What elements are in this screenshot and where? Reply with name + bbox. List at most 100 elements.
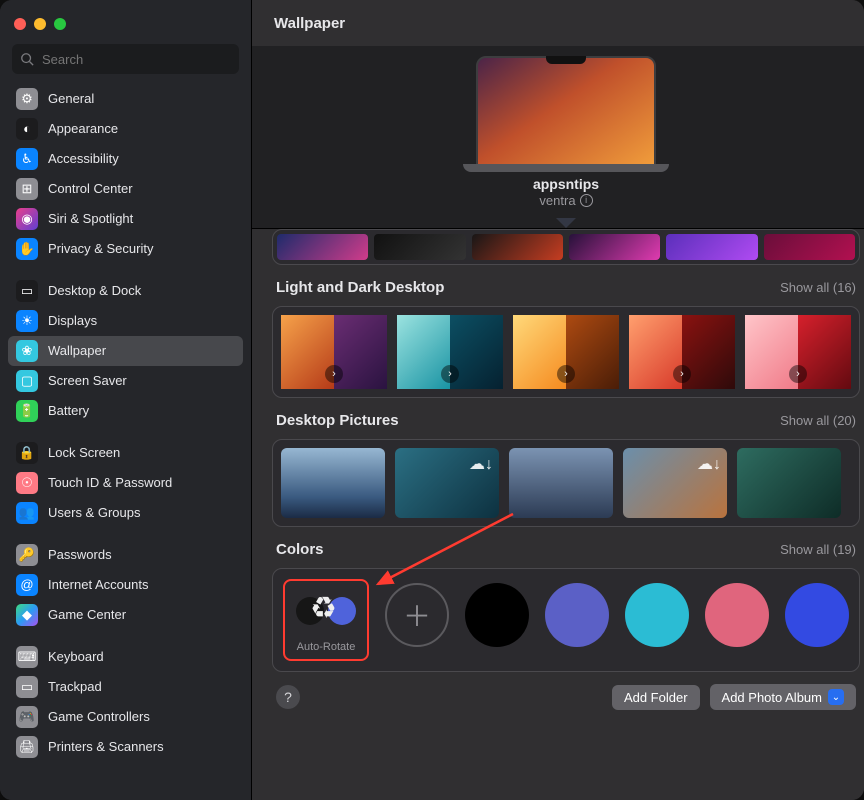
wallpaper-thumb[interactable]: [281, 448, 385, 518]
appearance-icon: ◐: [16, 118, 38, 140]
show-all-link[interactable]: Show all (16): [780, 280, 856, 295]
accessibility-icon: ♿︎: [16, 148, 38, 170]
wallpaper-thumb[interactable]: ›: [629, 315, 735, 389]
content-scroll: Light and Dark Desktop Show all (16) › › ›…: [252, 229, 864, 800]
desktop-pictures-row: ☁︎↓ ☁︎↓: [272, 439, 860, 527]
wallpaper-thumb[interactable]: [509, 448, 613, 518]
lock-screen-icon: 🔒: [16, 442, 38, 464]
trackpad-icon: ▭: [16, 676, 38, 698]
sidebar-item-game-center[interactable]: ◆Game Center: [8, 600, 243, 630]
color-swatch[interactable]: [625, 583, 689, 647]
auto-rotate-label: Auto-Rotate: [291, 641, 361, 653]
wallpaper-thumb[interactable]: [737, 448, 841, 518]
sidebar-item-displays[interactable]: ☀︎ Displays: [8, 306, 243, 336]
keyboard-icon: ⌨︎: [16, 646, 38, 668]
sidebar-item-users-groups[interactable]: 👥Users & Groups: [8, 498, 243, 528]
add-color-button[interactable]: ＋: [385, 583, 449, 647]
show-all-link[interactable]: Show all (19): [780, 542, 856, 557]
footer-bar: ? Add Folder Add Photo Album ⌄: [272, 672, 860, 710]
wallpaper-thumb[interactable]: ›: [513, 315, 619, 389]
dynamic-thumb[interactable]: [569, 234, 660, 260]
color-swatch[interactable]: [465, 583, 529, 647]
passwords-icon: 🔑: [16, 544, 38, 566]
sidebar-item-siri-spotlight[interactable]: ◉ Siri & Spotlight: [8, 204, 243, 234]
auto-rotate-icon: ♻︎: [296, 587, 356, 637]
sidebar-item-wallpaper[interactable]: ❀Wallpaper: [8, 336, 243, 366]
sidebar-item-passwords[interactable]: 🔑Passwords: [8, 540, 243, 570]
dynamic-thumb[interactable]: [277, 234, 368, 260]
main-panel: Wallpaper appsntips ventra i Light and D…: [252, 0, 864, 800]
users-groups-icon: 👥: [16, 502, 38, 524]
dynamic-thumb[interactable]: [374, 234, 465, 260]
zoom-icon[interactable]: [54, 18, 66, 30]
game-controllers-icon: 🎮: [16, 706, 38, 728]
sidebar-item-lock-screen[interactable]: 🔒 Lock Screen: [8, 438, 243, 468]
sidebar-item-accessibility[interactable]: ♿︎Accessibility: [8, 144, 243, 174]
wallpaper-thumb[interactable]: ›: [745, 315, 851, 389]
sidebar-nav: ⚙︎General◐Appearance♿︎Accessibility⊞Cont…: [0, 84, 251, 794]
displays-icon: ☀︎: [16, 310, 38, 332]
sidebar-item-control-center[interactable]: ⊞Control Center: [8, 174, 243, 204]
chevron-right-icon: ›: [789, 365, 807, 383]
search-input[interactable]: [40, 51, 231, 68]
touch-id-password-icon: ☉: [16, 472, 38, 494]
sidebar-item-trackpad[interactable]: ▭Trackpad: [8, 672, 243, 702]
search-field[interactable]: [12, 44, 239, 74]
section-head-colors: Colors Show all (19): [276, 541, 856, 558]
section-title: Light and Dark Desktop: [276, 279, 444, 296]
download-icon: ☁︎↓: [697, 454, 721, 474]
show-all-link[interactable]: Show all (20): [780, 413, 856, 428]
siri-spotlight-icon: ◉: [16, 208, 38, 230]
desktop-dock-icon: ▭: [16, 280, 38, 302]
sidebar-item-battery[interactable]: 🔋Battery: [8, 396, 243, 426]
section-head-desktop-pictures: Desktop Pictures Show all (20): [276, 412, 856, 429]
wallpaper-subtitle[interactable]: ventra i: [539, 193, 592, 208]
sidebar-item-label: Displays: [48, 313, 97, 329]
screen-saver-icon: ▢: [16, 370, 38, 392]
sidebar-item-privacy-security[interactable]: ✋Privacy & Security: [8, 234, 243, 264]
sidebar-item-screen-saver[interactable]: ▢Screen Saver: [8, 366, 243, 396]
color-swatch[interactable]: [785, 583, 849, 647]
add-folder-button[interactable]: Add Folder: [612, 685, 700, 710]
wallpaper-preview: appsntips ventra i: [252, 46, 864, 229]
sidebar-item-desktop-dock[interactable]: ▭Desktop & Dock: [8, 276, 243, 306]
sidebar-item-label: Siri & Spotlight: [48, 211, 133, 227]
wallpaper-thumb[interactable]: ☁︎↓: [395, 448, 499, 518]
wallpaper-thumb[interactable]: ›: [281, 315, 387, 389]
color-swatch[interactable]: [545, 583, 609, 647]
dynamic-thumb[interactable]: [472, 234, 563, 260]
control-center-icon: ⊞: [16, 178, 38, 200]
sidebar-item-keyboard[interactable]: ⌨︎ Keyboard: [8, 642, 243, 672]
dynamic-thumb[interactable]: [764, 234, 855, 260]
sidebar-item-label: Battery: [48, 403, 89, 419]
sidebar-item-appearance[interactable]: ◐Appearance: [8, 114, 243, 144]
sidebar-item-game-controllers[interactable]: 🎮Game Controllers: [8, 702, 243, 732]
wallpaper-thumb[interactable]: ☁︎↓: [623, 448, 727, 518]
info-icon[interactable]: i: [580, 194, 593, 207]
sidebar-item-printers-scanners[interactable]: 🖨Printers & Scanners: [8, 732, 243, 762]
add-photo-album-button[interactable]: Add Photo Album ⌄: [710, 684, 856, 710]
sidebar-item-label: Keyboard: [48, 649, 104, 665]
color-swatches: [465, 579, 849, 647]
sidebar-item-internet-accounts[interactable]: @Internet Accounts: [8, 570, 243, 600]
close-icon[interactable]: [14, 18, 26, 30]
sidebar-item-label: Touch ID & Password: [48, 475, 172, 491]
search-icon: [20, 52, 34, 66]
colors-row: ♻︎ Auto-Rotate ＋: [272, 568, 860, 672]
help-button[interactable]: ?: [276, 685, 300, 709]
sidebar-item-general[interactable]: ⚙︎General: [8, 84, 243, 114]
color-swatch[interactable]: [705, 583, 769, 647]
dynamic-thumb[interactable]: [666, 234, 757, 260]
chevron-down-icon[interactable]: ⌄: [828, 689, 844, 705]
sidebar-item-label: Lock Screen: [48, 445, 120, 461]
section-head-light-dark: Light and Dark Desktop Show all (16): [276, 279, 856, 296]
auto-rotate-button[interactable]: ♻︎ Auto-Rotate: [283, 579, 369, 661]
sidebar-item-touch-id-password[interactable]: ☉ Touch ID & Password: [8, 468, 243, 498]
wallpaper-name: appsntips: [252, 176, 864, 192]
privacy-security-icon: ✋: [16, 238, 38, 260]
page-title: Wallpaper: [252, 0, 864, 46]
wallpaper-thumb[interactable]: ›: [397, 315, 503, 389]
chevron-right-icon: ›: [441, 365, 459, 383]
chevron-right-icon: ›: [673, 365, 691, 383]
minimize-icon[interactable]: [34, 18, 46, 30]
